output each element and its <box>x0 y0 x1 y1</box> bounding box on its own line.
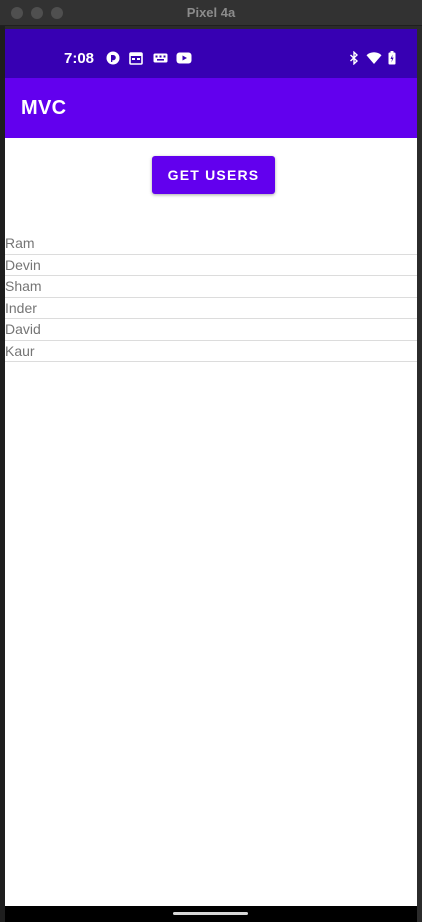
gboard-icon <box>153 51 168 65</box>
window-title: Pixel 4a <box>186 5 236 20</box>
user-list-item[interactable]: David <box>5 319 417 341</box>
battery-icon <box>388 51 396 65</box>
device-screen: 7:08 MVC GET USERS Ram Devin Sham Inder … <box>5 29 417 908</box>
pocket-casts-icon <box>106 51 120 65</box>
bluetooth-icon <box>349 50 359 66</box>
calendar-icon <box>129 51 143 65</box>
user-list-item[interactable]: Inder <box>5 298 417 319</box>
app-title: MVC <box>21 97 67 119</box>
emulator-titlebar: Pixel 4a <box>0 0 422 26</box>
wifi-icon <box>366 51 382 65</box>
navigation-bar <box>5 906 417 922</box>
youtube-icon <box>176 51 192 65</box>
user-list: Ram Devin Sham Inder David Kaur <box>5 233 417 362</box>
get-users-button[interactable]: GET USERS <box>152 156 275 194</box>
user-list-item[interactable]: Kaur <box>5 341 417 362</box>
user-list-item[interactable]: Devin <box>5 255 417 276</box>
status-bar: 7:08 <box>5 29 417 78</box>
user-list-item[interactable]: Ram <box>5 233 417 255</box>
app-bar: MVC <box>5 78 417 138</box>
user-list-item[interactable]: Sham <box>5 276 417 298</box>
home-gesture-handle[interactable] <box>173 912 248 915</box>
status-time: 7:08 <box>64 50 95 67</box>
